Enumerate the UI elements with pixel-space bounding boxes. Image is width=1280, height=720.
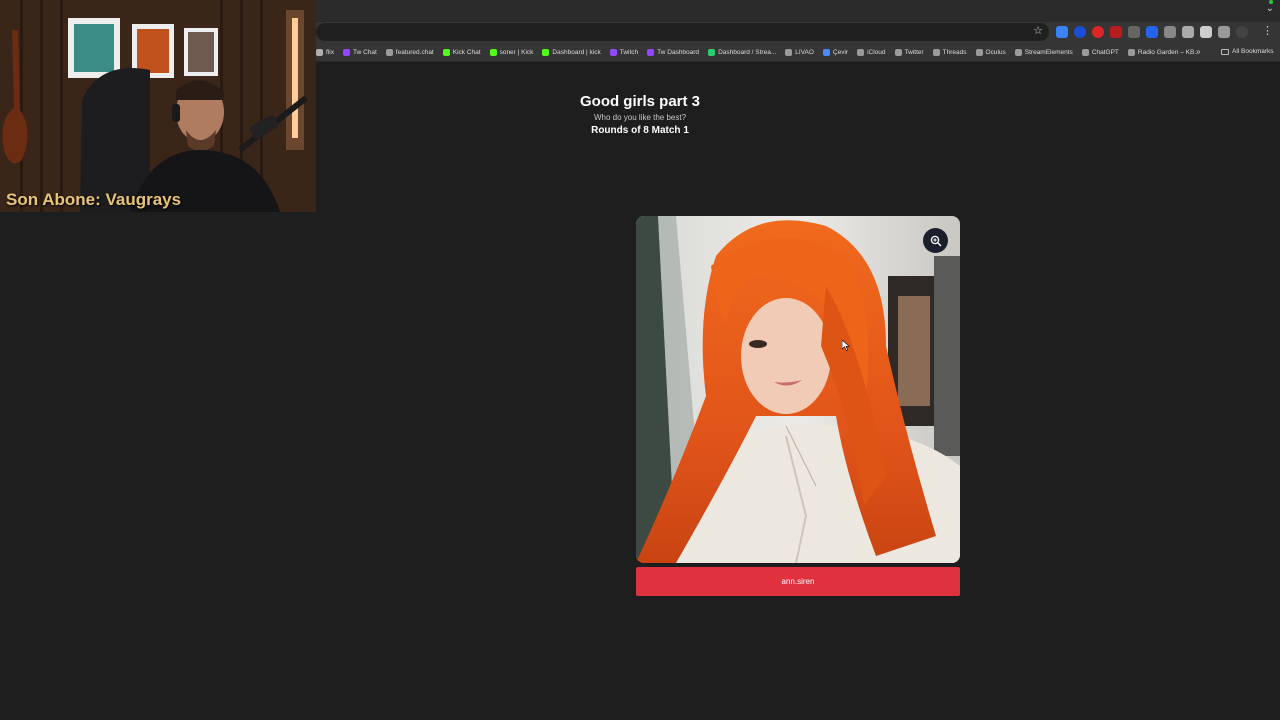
all-bookmarks-button[interactable]: All Bookmarks xyxy=(1221,48,1274,55)
bookmark-item[interactable]: Dashboard / Strea... xyxy=(708,48,777,56)
bookmark-favicon-icon xyxy=(708,48,716,56)
bookmark-item[interactable]: Kick Chat xyxy=(442,48,481,56)
bookmarks-list: flix Tw Chat featured.chat Kick Chat soner |… xyxy=(316,42,1200,62)
bookmark-item[interactable]: Radio Garden – KB... xyxy=(1127,48,1200,56)
bookmark-item[interactable]: Dashboard | kick xyxy=(542,48,601,56)
extension-icon[interactable] xyxy=(1182,26,1194,38)
bookmark-label: StreamElements xyxy=(1024,48,1073,56)
extension-icon[interactable] xyxy=(1074,26,1086,38)
bookmark-item[interactable]: Çevir xyxy=(822,48,849,56)
bookmark-label: LIVAO xyxy=(795,48,814,56)
mouse-cursor-icon xyxy=(842,340,850,351)
extension-icon[interactable] xyxy=(1092,26,1104,38)
bookmark-label: ChatGPT xyxy=(1091,48,1119,56)
bookmark-favicon-icon xyxy=(932,48,940,56)
extension-icon[interactable] xyxy=(1164,26,1176,38)
bookmark-star-icon[interactable]: ☆ xyxy=(1033,24,1043,37)
bookmark-favicon-icon xyxy=(975,48,983,56)
zoom-in-icon[interactable] xyxy=(923,228,948,253)
extension-icon[interactable] xyxy=(1110,26,1122,38)
bookmark-favicon-icon xyxy=(442,48,450,56)
bookmark-item[interactable]: featured.chat xyxy=(385,48,434,56)
vote-candidate-button[interactable]: ann.siren xyxy=(636,567,960,596)
bookmark-item[interactable]: StreamElements xyxy=(1014,48,1073,56)
bookmark-item[interactable]: Threads xyxy=(932,48,967,56)
bookmark-item[interactable]: Tw Dashboard xyxy=(647,48,700,56)
bookmark-item[interactable]: soner | Kick xyxy=(489,48,534,56)
bookmark-label: soner | Kick xyxy=(499,48,534,56)
webcam-overlay: Son Abone: Vaugrays xyxy=(0,0,316,212)
bookmark-label: Twitter xyxy=(904,48,924,56)
all-bookmarks-label: All Bookmarks xyxy=(1232,48,1274,55)
bookmark-label: featured.chat xyxy=(395,48,434,56)
address-bar[interactable]: ☆ xyxy=(316,23,1049,41)
folder-icon xyxy=(1221,48,1229,55)
bookmark-favicon-icon xyxy=(609,48,617,56)
bookmark-label: Dashboard / Strea... xyxy=(718,48,777,56)
bookmark-favicon-icon xyxy=(894,48,902,56)
bookmark-favicon-icon xyxy=(647,48,655,56)
bookmark-label: Radio Garden – KB... xyxy=(1137,48,1200,56)
bookmark-favicon-icon xyxy=(489,48,497,56)
bookmark-label: iCloud xyxy=(867,48,886,56)
extension-icon[interactable] xyxy=(1200,26,1212,38)
bookmark-label: Oculus xyxy=(985,48,1006,56)
bookmark-label: Kick Chat xyxy=(452,48,481,56)
tab-search-chevron-icon[interactable]: ⌄ xyxy=(1266,3,1274,14)
bookmark-favicon-icon xyxy=(542,48,550,56)
round-indicator: Rounds of 8 Match 1 xyxy=(591,125,689,136)
bookmark-item[interactable]: Oculus xyxy=(975,48,1006,56)
menu-dots-icon[interactable]: ⋮ xyxy=(1262,24,1273,37)
bookmark-item[interactable]: flix xyxy=(316,48,334,56)
bookmark-label: Tw Chat xyxy=(352,48,377,56)
bookmark-favicon-icon xyxy=(822,48,830,56)
bookmark-favicon-icon xyxy=(385,48,393,56)
extensions-row xyxy=(1056,25,1248,39)
bookmark-favicon-icon xyxy=(316,48,323,56)
bookmark-label: Tw Dashboard xyxy=(657,48,700,56)
puzzle-icon[interactable] xyxy=(1218,26,1230,38)
page-heading: Good girls part 3 Who do you like the be… xyxy=(440,93,840,136)
bookmark-item[interactable]: Tw Chat xyxy=(342,48,377,56)
bookmark-favicon-icon xyxy=(1081,48,1089,56)
bookmark-favicon-icon xyxy=(857,48,865,56)
candidate-photo[interactable] xyxy=(636,216,960,563)
webcam-caption: Son Abone: Vaugrays xyxy=(6,190,182,209)
profile-avatar-icon[interactable] xyxy=(1236,26,1248,38)
extension-icon[interactable] xyxy=(1128,26,1140,38)
bookmark-item[interactable]: LIVAO xyxy=(785,48,814,56)
bookmark-item[interactable]: Twitter xyxy=(894,48,924,56)
extension-icon[interactable] xyxy=(1146,26,1158,38)
bookmark-label: Threads xyxy=(942,48,967,56)
bookmark-label: Çevir xyxy=(832,48,849,56)
bookmark-item[interactable]: iCloud xyxy=(857,48,886,56)
page-title: Good girls part 3 xyxy=(579,93,700,110)
extension-icon[interactable] xyxy=(1056,26,1068,38)
bookmark-label: Dashboard | kick xyxy=(552,48,601,56)
bookmark-item[interactable]: ChatGPT xyxy=(1081,48,1119,56)
bookmark-label: flix xyxy=(326,48,334,56)
bookmark-favicon-icon xyxy=(342,48,350,56)
bookmark-item[interactable]: Twitch xyxy=(609,48,639,56)
bookmark-label: Twitch xyxy=(619,48,639,56)
bookmark-favicon-icon xyxy=(1014,48,1022,56)
bookmark-favicon-icon xyxy=(1127,48,1135,56)
page-subtitle: Who do you like the best? xyxy=(593,113,687,122)
bookmark-favicon-icon xyxy=(785,48,793,56)
bookmarks-overflow-button[interactable]: » xyxy=(1196,47,1200,56)
